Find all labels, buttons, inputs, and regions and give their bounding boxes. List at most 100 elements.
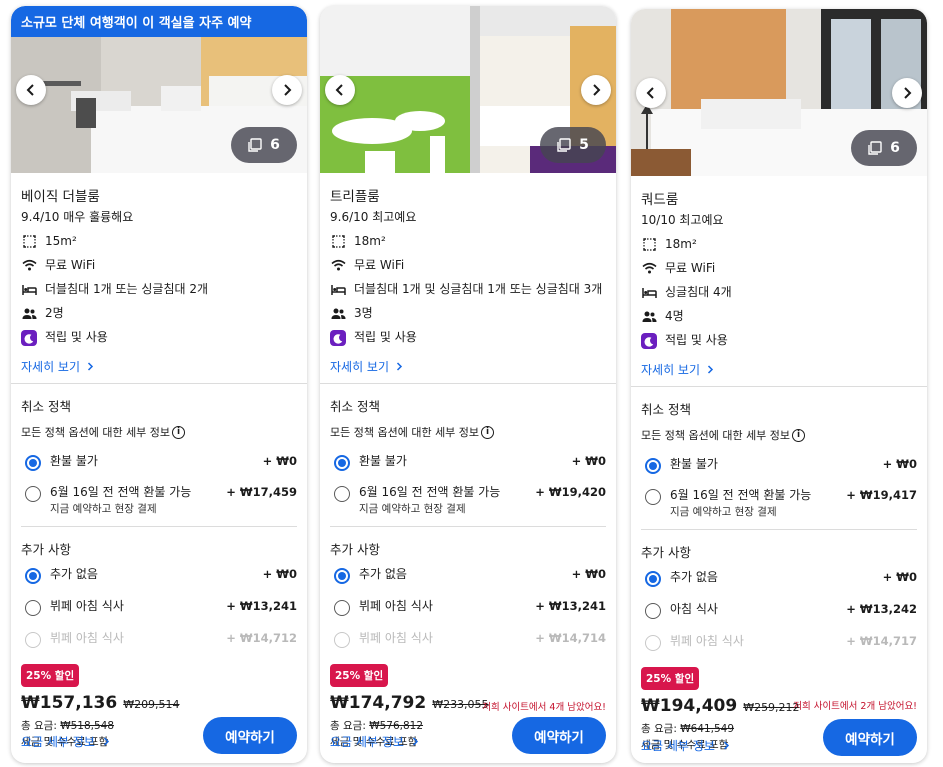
radio-selected[interactable] [334,455,350,471]
cancel-option-refundable[interactable]: 6월 16일 전 전액 환불 가능 지금 예약하고 현장 결제 + ₩19,42… [330,485,606,516]
price-details-link[interactable]: 요금 세부 정보 [330,733,420,750]
radio-unselected[interactable] [25,600,41,616]
option-label: 추가 없음 [50,567,98,581]
option-price: + ₩0 [262,454,297,468]
feature-points-text: 적립 및 사용 [665,333,728,347]
photo-prev-button[interactable] [636,78,666,108]
option-price: + ₩14,717 [846,634,917,648]
photo-prev-button[interactable] [325,75,355,105]
extra-option-none[interactable]: 추가 없음 + ₩0 [21,567,297,584]
radio-selected[interactable] [334,568,350,584]
feature-beds-text: 더블침대 1개 또는 싱글침대 2개 [45,282,209,296]
cancel-policy-info-text: 모든 정책 옵션에 대한 세부 정보 [330,426,480,439]
chevron-right-icon [412,737,418,746]
info-icon[interactable]: i [792,428,806,442]
book-button[interactable]: 예약하기 [512,717,606,754]
guests-icon [642,311,656,322]
room-size-icon [642,238,656,251]
photo-next-button[interactable] [892,78,922,108]
option-price: + ₩13,241 [226,599,297,613]
total-value: ₩518,548 [60,720,115,732]
photo-count: 6 [890,140,900,156]
radio-selected[interactable] [25,455,41,471]
cancel-option-refundable[interactable]: 6월 16일 전 전액 환불 가능 지금 예약하고 현장 결제 + ₩17,45… [21,485,297,516]
feature-beds-text: 더블침대 1개 및 싱글침대 1개 또는 싱글침대 3개 [354,282,603,296]
divider [330,526,606,527]
room-photo[interactable]: 6 [631,9,927,176]
room-size-icon [331,235,345,248]
extra-option-breakfast[interactable]: 아침 식사 + ₩13,242 [641,602,917,619]
price-details-link[interactable]: 요금 세부 정보 [21,733,111,750]
radio-unselected[interactable] [334,600,350,616]
radio-unselected[interactable] [645,603,661,619]
more-details-link[interactable]: 자세히 보기 [330,358,606,375]
radio-selected[interactable] [25,568,41,584]
room-card-triple: 5 트리플룸 9.6/10 최고예요 18m² 무료 WiFi 더블침대 1개 … [320,6,616,763]
cancel-policy-info-text: 모든 정책 옵션에 대한 세부 정보 [641,429,791,442]
option-label: 뷔페 아침 식사 [50,599,124,613]
option-price: + ₩0 [571,567,606,581]
room-rating: 9.6/10 최고예요 [330,210,417,224]
more-details-link[interactable]: 자세히 보기 [21,358,297,375]
radio-unselected[interactable] [25,486,41,502]
cancel-option-nonrefundable[interactable]: 환불 불가 + ₩0 [641,457,917,474]
radio-selected[interactable] [645,571,661,587]
option-price: + ₩19,417 [846,488,917,502]
cancel-policy-info[interactable]: 모든 정책 옵션에 대한 세부 정보 i [641,427,917,443]
room-card-quad: 6 쿼드룸 10/10 최고예요 18m² 무료 WiFi 싱글침대 4개 4명… [631,9,927,763]
room-photo[interactable]: 5 [320,6,616,173]
option-price: + ₩0 [571,454,606,468]
feature-points: 적립 및 사용 [641,333,917,349]
cancel-option-nonrefundable[interactable]: 환불 불가 + ₩0 [330,454,606,471]
feature-beds: 더블침대 1개 및 싱글침대 1개 또는 싱글침대 3개 [330,282,606,297]
room-photo[interactable]: 소규모 단체 여행객이 이 객실을 자주 예약 6 [11,6,307,173]
more-details-link[interactable]: 자세히 보기 [641,361,917,378]
extra-option-none[interactable]: 추가 없음 + ₩0 [641,570,917,587]
rewards-icon [641,333,657,349]
extra-option-breakfast[interactable]: 뷔페 아침 식사 + ₩13,241 [330,599,606,616]
option-label: 6월 16일 전 전액 환불 가능 [50,485,192,499]
photo-count: 5 [579,137,589,153]
cancel-policy-info[interactable]: 모든 정책 옵션에 대한 세부 정보 i [330,424,606,440]
feature-size-text: 18m² [665,237,697,251]
extra-option-breakfast[interactable]: 뷔페 아침 식사 + ₩13,241 [21,599,297,616]
cancel-option-refundable[interactable]: 6월 16일 전 전액 환불 가능 지금 예약하고 현장 결제 + ₩19,41… [641,488,917,519]
original-price: ₩209,514 [123,698,180,711]
feature-wifi: 무료 WiFi [330,258,606,273]
info-icon[interactable]: i [172,425,186,439]
cancel-policy-info[interactable]: 모든 정책 옵션에 대한 세부 정보 i [21,424,297,440]
radio-unselected[interactable] [645,489,661,505]
extra-option-breakfast-disabled: 뷔페 아침 식사 + ₩14,714 [330,631,606,648]
info-icon[interactable]: i [481,425,495,439]
book-button[interactable]: 예약하기 [823,719,917,756]
radio-disabled [645,635,661,651]
chevron-right-icon [103,737,109,746]
price-details-link[interactable]: 요금 세부 정보 [641,737,731,754]
option-price: + ₩0 [882,457,917,471]
photo-next-button[interactable] [272,75,302,105]
gallery-icon [248,138,262,152]
divider [320,383,616,384]
room-rating: 10/10 최고예요 [641,213,724,227]
photo-gallery-button[interactable]: 6 [851,130,917,166]
photo-next-button[interactable] [581,75,611,105]
radio-selected[interactable] [645,458,661,474]
option-price: + ₩13,242 [846,602,917,616]
radio-unselected[interactable] [334,486,350,502]
book-button[interactable]: 예약하기 [203,717,297,754]
photo-gallery-button[interactable]: 5 [540,127,606,163]
feature-beds-text: 싱글침대 4개 [665,285,732,299]
discount-badge: 25% 할인 [21,664,80,687]
feature-guests-text: 3명 [354,306,373,320]
chevron-right-icon [707,365,714,374]
feature-size-text: 18m² [354,234,386,248]
room-rating: 9.4/10 매우 훌륭해요 [21,210,134,224]
photo-prev-button[interactable] [16,75,46,105]
cancel-option-nonrefundable[interactable]: 환불 불가 + ₩0 [21,454,297,471]
popular-banner: 소규모 단체 여행객이 이 객실을 자주 예약 [11,6,307,37]
extra-option-none[interactable]: 추가 없음 + ₩0 [330,567,606,584]
feature-size: 15m² [21,234,297,249]
photo-gallery-button[interactable]: 6 [231,127,297,163]
extras-title: 추가 사항 [641,545,691,560]
option-label: 6월 16일 전 전액 환불 가능 [670,488,812,502]
